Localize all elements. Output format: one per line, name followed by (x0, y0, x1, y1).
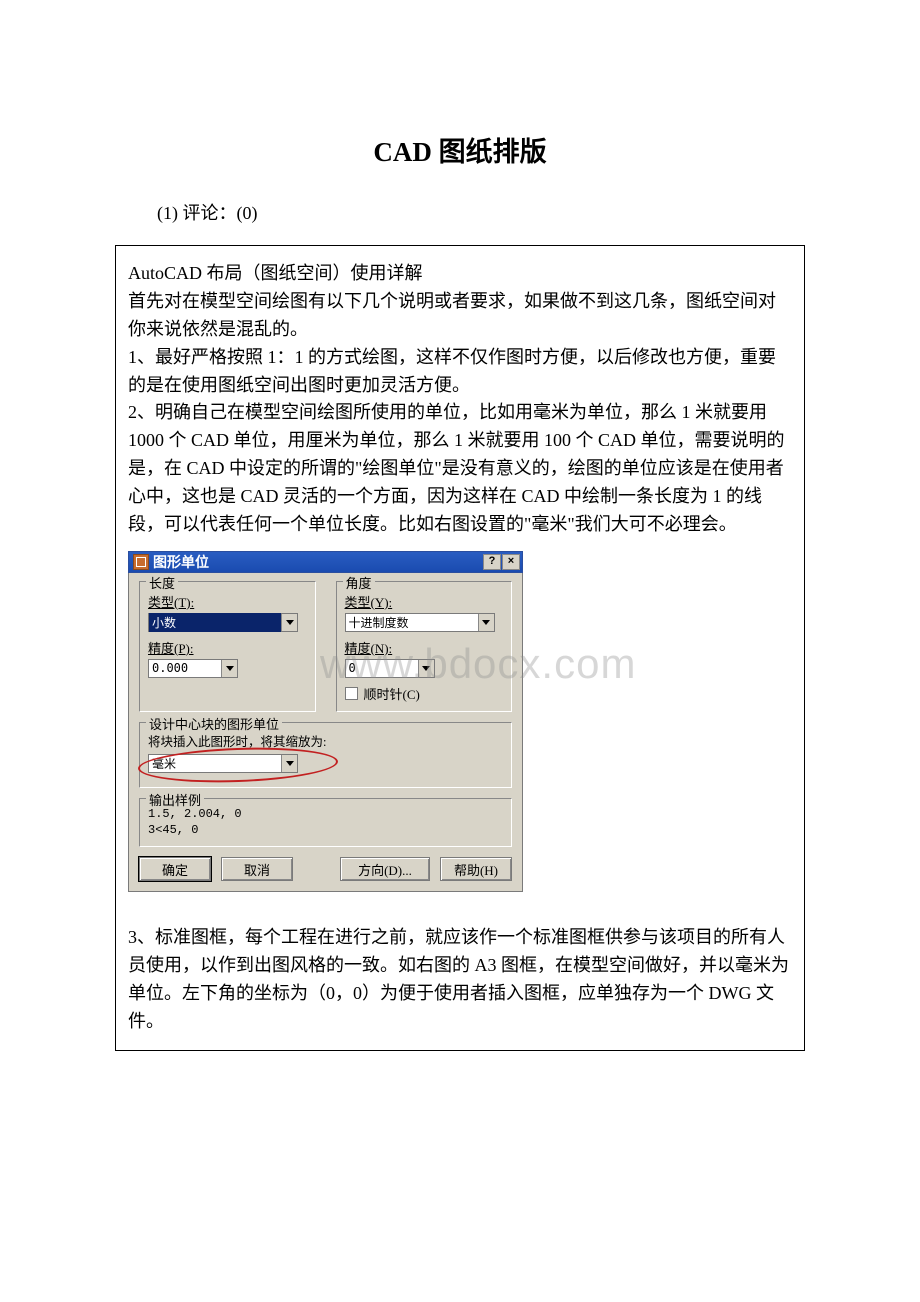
insert-units-value: 毫米 (149, 754, 281, 773)
paragraph-1: AutoCAD 布局（图纸空间）使用详解 (128, 260, 792, 288)
clockwise-checkbox-row[interactable]: 顺时针(C) (345, 684, 504, 703)
angle-type-value: 十进制度数 (346, 613, 478, 632)
meta-comments: (1) 评论：(0) (157, 199, 805, 225)
clockwise-checkbox[interactable] (345, 687, 358, 700)
insert-units-title: 设计中心块的图形单位 (146, 714, 282, 733)
help-button[interactable]: 帮助(H) (440, 857, 512, 881)
length-type-label: 类型(T): (148, 592, 307, 611)
dialog-icon (133, 554, 149, 570)
dialog-help-button[interactable]: ? (483, 554, 501, 570)
dialog-close-button[interactable]: × (502, 554, 520, 570)
angle-precision-label: 精度(N): (345, 638, 504, 657)
length-type-select[interactable]: 小数 (148, 613, 298, 632)
direction-button[interactable]: 方向(D)... (340, 857, 430, 881)
dropdown-arrow-icon (221, 660, 237, 677)
paragraph-2: 首先对在模型空间绘图有以下几个说明或者要求，如果做不到这几条，图纸空间对你来说依… (128, 288, 792, 344)
angle-group-title: 角度 (343, 573, 375, 592)
length-group: 长度 类型(T): 小数 精度(P): 0.000 (139, 581, 316, 712)
angle-type-select[interactable]: 十进制度数 (345, 613, 495, 632)
ok-button[interactable]: 确定 (139, 857, 211, 881)
angle-precision-select[interactable]: 0 (345, 659, 435, 678)
length-type-value: 小数 (149, 613, 281, 632)
cancel-button[interactable]: 取消 (221, 857, 293, 881)
output-sample-title: 输出样例 (146, 790, 204, 809)
paragraph-4: 2、明确自己在模型空间绘图所使用的单位，比如用毫米为单位，那么 1 米就要用 1… (128, 399, 792, 538)
dropdown-arrow-icon (281, 614, 297, 631)
dropdown-arrow-icon (418, 660, 434, 677)
dialog-titlebar: 图形单位 ? × (128, 551, 523, 573)
output-sample-group: 输出样例 1.5, 2.004, 0 3<45, 0 (139, 798, 512, 847)
length-precision-value: 0.000 (149, 660, 221, 676)
page-title: CAD 图纸排版 (115, 130, 805, 169)
document-page: CAD 图纸排版 (1) 评论：(0) AutoCAD 布局（图纸空间）使用详解… (0, 0, 920, 1091)
paragraph-3: 1、最好严格按照 1：1 的方式绘图，这样不仅作图时方便，以后修改也方便，重要的… (128, 344, 792, 400)
dropdown-arrow-icon (478, 614, 494, 631)
drawing-units-dialog: 图形单位 ? × 长度 类型(T): 小数 精度(P): (128, 551, 523, 892)
length-group-title: 长度 (146, 573, 178, 592)
output-line-2: 3<45, 0 (148, 823, 503, 839)
paragraph-5: 3、标准图框，每个工程在进行之前，就应该作一个标准图框供参与该项目的所有人员使用… (128, 924, 792, 1036)
output-line-1: 1.5, 2.004, 0 (148, 807, 503, 823)
angle-group: 角度 类型(Y): 十进制度数 精度(N): 0 (336, 581, 513, 712)
clockwise-label: 顺时针(C) (364, 684, 420, 703)
insert-units-select[interactable]: 毫米 (148, 754, 298, 773)
length-precision-select[interactable]: 0.000 (148, 659, 238, 678)
dropdown-arrow-icon (281, 755, 297, 772)
content-box: AutoCAD 布局（图纸空间）使用详解 首先对在模型空间绘图有以下几个说明或者… (115, 245, 805, 1051)
dialog-body: 长度 类型(T): 小数 精度(P): 0.000 角度 (128, 573, 523, 892)
insert-units-hint: 将块插入此图形时，将其缩放为: (148, 731, 503, 750)
circled-select-wrapper: 毫米 (148, 754, 298, 779)
angle-type-label: 类型(Y): (345, 592, 504, 611)
dialog-title: 图形单位 (153, 552, 209, 572)
angle-precision-value: 0 (346, 660, 418, 676)
dialog-footer: 确定 取消 方向(D)... 帮助(H) (139, 857, 512, 881)
insert-units-group: 设计中心块的图形单位 将块插入此图形时，将其缩放为: 毫米 (139, 722, 512, 788)
length-precision-label: 精度(P): (148, 638, 307, 657)
